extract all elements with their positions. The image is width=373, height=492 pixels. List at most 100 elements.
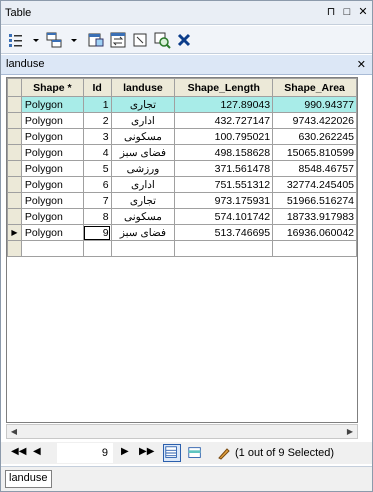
cell-id[interactable]: 3 bbox=[82, 128, 112, 145]
cell-shape[interactable]: Polygon bbox=[20, 128, 84, 145]
cell-shape-area[interactable]: 630.262245 bbox=[272, 128, 357, 145]
select-by-attributes-icon[interactable] bbox=[87, 31, 105, 49]
attribute-grid: Shape * Id landuse Shape_Length Shape_Ar… bbox=[6, 77, 358, 423]
delete-selected-icon[interactable] bbox=[175, 31, 193, 49]
cell-id[interactable]: 1 bbox=[82, 96, 112, 113]
table-row[interactable]: ▶ Polygon 9 فضای سبز 513.746695 16936.060042 bbox=[7, 224, 357, 241]
column-header-landuse[interactable]: landuse bbox=[110, 78, 176, 97]
cell-id[interactable]: 5 bbox=[82, 160, 112, 177]
cell-shape-area[interactable]: 16936.060042 bbox=[272, 224, 357, 241]
row-selector[interactable] bbox=[7, 112, 22, 129]
cell-id[interactable]: 6 bbox=[82, 176, 112, 193]
previous-record-button[interactable]: ◀ bbox=[33, 446, 41, 457]
row-selector[interactable]: ▶ bbox=[7, 224, 22, 241]
cell-shape[interactable]: Polygon bbox=[20, 112, 84, 129]
cell-landuse[interactable]: فضای سبز bbox=[110, 224, 176, 241]
cell-shape-length[interactable]: 751.551312 bbox=[174, 176, 274, 193]
table-row[interactable]: Polygon 1 تجاری 127.89043 990.94377 bbox=[7, 96, 357, 113]
horizontal-scrollbar[interactable]: ◀ ▶ bbox=[6, 424, 358, 439]
cell-shape-area[interactable]: 8548.46757 bbox=[272, 160, 357, 177]
cell-shape[interactable]: Polygon bbox=[20, 96, 84, 113]
table-row[interactable]: Polygon 8 مسکونی 574.101742 18733.917983 bbox=[7, 208, 357, 225]
chevron-down-icon[interactable] bbox=[27, 31, 39, 49]
column-header-id[interactable]: Id bbox=[82, 78, 112, 97]
current-record-field[interactable]: 9 bbox=[57, 443, 113, 463]
cell-id[interactable]: 7 bbox=[82, 192, 112, 209]
window-title: Table bbox=[5, 7, 32, 19]
show-selected-records-button[interactable] bbox=[187, 445, 203, 461]
scroll-right-icon[interactable]: ▶ bbox=[344, 426, 356, 438]
tab-landuse[interactable]: landuse bbox=[5, 470, 52, 488]
table-row[interactable]: Polygon 6 اداری 751.551312 32774.245405 bbox=[7, 176, 357, 193]
row-selector[interactable] bbox=[7, 96, 22, 113]
next-record-button[interactable]: ▶ bbox=[121, 446, 129, 457]
column-header-shape-length[interactable]: Shape_Length bbox=[174, 78, 274, 97]
related-tables-icon[interactable] bbox=[45, 31, 63, 49]
cell-shape-length[interactable]: 371.561478 bbox=[174, 160, 274, 177]
last-record-button[interactable]: ▶▶ bbox=[139, 446, 154, 457]
first-record-button[interactable]: ◀◀ bbox=[11, 446, 26, 457]
cell-shape-length[interactable]: 973.175931 bbox=[174, 192, 274, 209]
pin-icon[interactable]: ⊓ bbox=[325, 6, 337, 18]
close-icon[interactable]: ✕ bbox=[357, 58, 366, 71]
row-selector[interactable] bbox=[7, 144, 22, 161]
show-all-records-icon bbox=[165, 446, 177, 458]
cell-shape-length[interactable]: 498.158628 bbox=[174, 144, 274, 161]
table-toolbar bbox=[1, 26, 372, 54]
cell-shape-area[interactable]: 51966.516274 bbox=[272, 192, 357, 209]
clear-selection-icon[interactable] bbox=[131, 31, 149, 49]
cell-landuse[interactable]: اداری bbox=[110, 176, 176, 193]
show-all-records-button[interactable] bbox=[163, 444, 181, 462]
cell-landuse[interactable]: تجاری bbox=[110, 96, 176, 113]
row-selector[interactable] bbox=[7, 160, 22, 177]
table-row[interactable]: Polygon 7 تجاری 973.175931 51966.516274 bbox=[7, 192, 357, 209]
row-selector[interactable] bbox=[7, 208, 22, 225]
cell-shape[interactable]: Polygon bbox=[20, 144, 84, 161]
cell-id[interactable]: 8 bbox=[82, 208, 112, 225]
cell-shape[interactable]: Polygon bbox=[20, 224, 84, 241]
cell-shape-length[interactable]: 100.795021 bbox=[174, 128, 274, 145]
row-selector-header[interactable] bbox=[7, 78, 22, 97]
zoom-to-selected-icon[interactable] bbox=[153, 31, 171, 49]
row-selector[interactable] bbox=[7, 176, 22, 193]
cell-id[interactable]: 9 bbox=[82, 224, 112, 241]
cell-landuse[interactable]: تجاری bbox=[110, 192, 176, 209]
cell-shape[interactable]: Polygon bbox=[20, 208, 84, 225]
table-row[interactable]: Polygon 2 اداری 432.727147 9743.422026 bbox=[7, 112, 357, 129]
scroll-left-icon[interactable]: ◀ bbox=[8, 426, 20, 438]
cell-shape[interactable]: Polygon bbox=[20, 176, 84, 193]
empty-cell bbox=[20, 240, 84, 257]
column-header-shape[interactable]: Shape * bbox=[20, 78, 84, 97]
table-row[interactable]: Polygon 4 فضای سبز 498.158628 15065.810599 bbox=[7, 144, 357, 161]
table-row[interactable]: Polygon 5 ورزشی 371.561478 8548.46757 bbox=[7, 160, 357, 177]
cell-shape-length[interactable]: 574.101742 bbox=[174, 208, 274, 225]
row-selector[interactable] bbox=[7, 192, 22, 209]
cell-landuse[interactable]: مسکونی bbox=[110, 128, 176, 145]
table-options-icon[interactable] bbox=[7, 31, 25, 49]
cell-landuse[interactable]: اداری bbox=[110, 112, 176, 129]
maximize-button[interactable]: □ bbox=[341, 6, 353, 18]
cell-shape-area[interactable]: 9743.422026 bbox=[272, 112, 357, 129]
cell-landuse[interactable]: فضای سبز bbox=[110, 144, 176, 161]
close-button[interactable]: ✕ bbox=[357, 6, 369, 18]
cell-landuse[interactable]: مسکونی bbox=[110, 208, 176, 225]
table-row[interactable]: Polygon 3 مسکونی 100.795021 630.262245 bbox=[7, 128, 357, 145]
cell-shape-area[interactable]: 18733.917983 bbox=[272, 208, 357, 225]
table-name: landuse bbox=[6, 58, 45, 70]
cell-shape-area[interactable]: 990.94377 bbox=[272, 96, 357, 113]
switch-selection-icon[interactable] bbox=[109, 31, 127, 49]
chevron-down-icon[interactable] bbox=[65, 31, 77, 49]
cell-shape-length[interactable]: 513.746695 bbox=[174, 224, 274, 241]
empty-row bbox=[7, 240, 357, 257]
cell-shape-length[interactable]: 127.89043 bbox=[174, 96, 274, 113]
cell-landuse[interactable]: ورزشی bbox=[110, 160, 176, 177]
cell-shape-area[interactable]: 15065.810599 bbox=[272, 144, 357, 161]
cell-id[interactable]: 2 bbox=[82, 112, 112, 129]
cell-shape-area[interactable]: 32774.245405 bbox=[272, 176, 357, 193]
cell-shape[interactable]: Polygon bbox=[20, 160, 84, 177]
cell-id[interactable]: 4 bbox=[82, 144, 112, 161]
cell-shape-length[interactable]: 432.727147 bbox=[174, 112, 274, 129]
row-selector[interactable] bbox=[7, 128, 22, 145]
cell-shape[interactable]: Polygon bbox=[20, 192, 84, 209]
column-header-shape-area[interactable]: Shape_Area bbox=[272, 78, 357, 97]
